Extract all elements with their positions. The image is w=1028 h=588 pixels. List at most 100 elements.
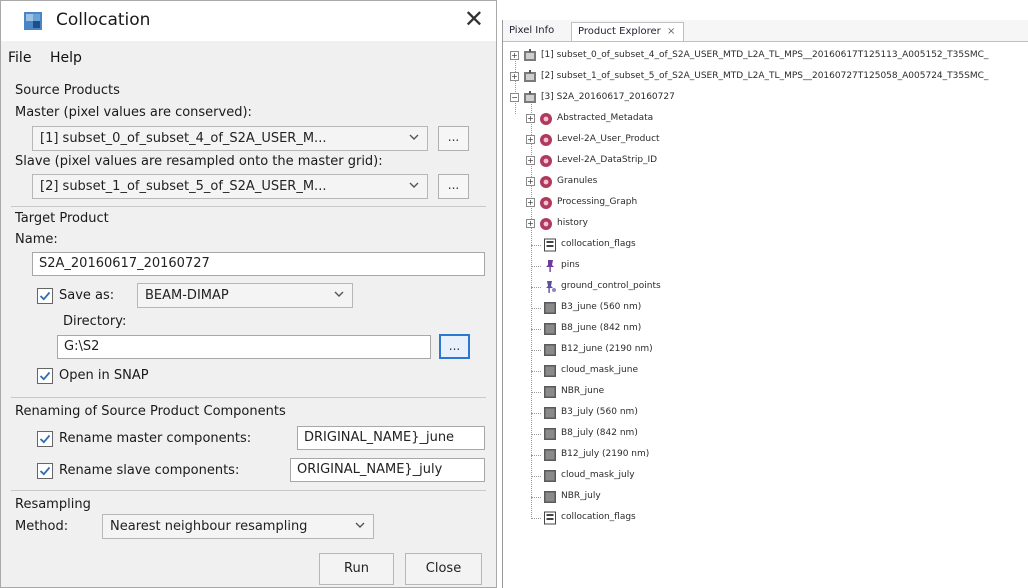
slave-product-select[interactable]: [2] subset_1_of_subset_5_of_S2A_USER_M..… [32,174,428,199]
product-icon [523,91,537,105]
collocation-dialog: Collocation ✕ File Help Source Products … [0,0,497,588]
menu-bar: File Help [1,41,496,73]
tree-connector [531,308,541,309]
rename-slave-checkbox[interactable] [37,463,53,479]
tree-node-band[interactable]: B12_july (2190 nm) [503,446,1028,464]
tree-node-band[interactable]: pins [503,257,1028,275]
tree-node-band[interactable]: collocation_flags [503,236,1028,254]
tree-connector [531,287,541,288]
tree-node-label: B3_july (560 nm) [561,407,638,417]
tree-connector [531,434,541,435]
metadata-group-icon [539,217,553,231]
tree-node-label: NBR_june [561,386,605,396]
tree-node-label: B8_july (842 nm) [561,428,638,438]
rename-master-checkbox[interactable] [37,431,53,447]
slave-browse-button[interactable]: ... [438,174,469,199]
rename-slave-input[interactable]: ORIGINAL_NAME}_july [290,458,485,482]
save-format-select[interactable]: BEAM-DIMAP [137,283,353,308]
resampling-method-select[interactable]: Nearest neighbour resampling [102,514,374,539]
collapse-toggle-icon[interactable]: − [510,93,519,102]
save-format-value: BEAM-DIMAP [145,288,229,303]
tree-node-group[interactable]: + Level-2A_User_Product [503,131,1028,149]
slave-label: Slave (pixel values are resampled onto t… [15,154,383,169]
master-product-select[interactable]: [1] subset_0_of_subset_4_of_S2A_USER_M..… [32,126,428,151]
tree-node-group[interactable]: + Processing_Graph [503,194,1028,212]
tree-node-band[interactable]: NBR_june [503,383,1028,401]
menu-help[interactable]: Help [50,50,82,66]
tree-node-group[interactable]: + Granules [503,173,1028,191]
tree-connector [531,245,541,246]
menu-file[interactable]: File [8,50,31,66]
tree-node-band[interactable]: cloud_mask_july [503,467,1028,485]
tree-node-band[interactable]: cloud_mask_june [503,362,1028,380]
band-icon [543,469,557,483]
expand-toggle-icon[interactable]: + [526,198,535,207]
tab-pixel-info[interactable]: Pixel Info [503,22,562,41]
expand-toggle-icon[interactable]: + [526,114,535,123]
tree-node-label: B3_june (560 nm) [561,302,642,312]
tree-node-band[interactable]: B8_july (842 nm) [503,425,1028,443]
tree-node-band[interactable]: B8_june (842 nm) [503,320,1028,338]
metadata-group-icon [539,154,553,168]
tree-node-band[interactable]: B3_june (560 nm) [503,299,1028,317]
target-name-input[interactable]: S2A_20160617_20160727 [32,252,485,276]
expand-toggle-icon[interactable]: + [510,72,519,81]
chevron-down-icon [355,522,365,528]
tab-product-explorer[interactable]: Product Explorer × [571,22,685,41]
tree-node-band[interactable]: NBR_july [503,488,1028,506]
checkmark-icon [39,466,51,476]
rename-master-input[interactable]: DRIGINAL_NAME}_june [297,426,485,450]
band-icon [543,322,557,336]
master-browse-button[interactable]: ... [438,126,469,151]
directory-input[interactable]: G:\S2 [57,335,431,359]
tree-node-label: NBR_july [561,491,601,501]
open-in-snap-checkbox[interactable] [37,368,53,384]
flag-band-icon [543,511,557,525]
tree-node-group[interactable]: + Level-2A_DataStrip_ID [503,152,1028,170]
tree-node-group[interactable]: + Abstracted_Metadata [503,110,1028,128]
tree-node-band[interactable]: ground_control_points [503,278,1028,296]
resampling-heading: Resampling [15,497,91,512]
band-icon [543,364,557,378]
tab-close-icon[interactable]: × [667,26,675,37]
title-bar: Collocation ✕ [1,1,496,41]
separator [11,490,486,491]
collocation-app-icon [24,12,42,30]
tree-node-band[interactable]: B3_july (560 nm) [503,404,1028,422]
expand-toggle-icon[interactable]: + [526,177,535,186]
save-as-checkbox[interactable] [37,288,53,304]
tree-node-label: [3] S2A_20160617_20160727 [541,92,675,102]
tree-node-band[interactable]: B12_june (2190 nm) [503,341,1028,359]
name-label: Name: [15,232,58,247]
tree-node-group[interactable]: + history [503,215,1028,233]
expand-toggle-icon[interactable]: + [510,51,519,60]
close-icon[interactable]: ✕ [464,5,484,33]
tree-connector [531,350,541,351]
tree-node-label: B12_july (2190 nm) [561,449,650,459]
tree-node-label: [2] subset_1_of_subset_5_of_S2A_USER_MTD… [541,71,989,81]
band-icon [543,427,557,441]
master-label: Master (pixel values are conserved): [15,105,252,120]
metadata-group-icon [539,196,553,210]
tree-node-band[interactable]: collocation_flags [503,509,1028,527]
tree-node-label: collocation_flags [561,512,636,522]
resampling-method-value: Nearest neighbour resampling [110,519,308,534]
tree-node-product[interactable]: + [2] subset_1_of_subset_5_of_S2A_USER_MT… [503,68,1028,86]
directory-browse-button[interactable]: ... [439,334,470,359]
tree-node-product[interactable]: − [3] S2A_20160617_20160727 [503,89,1028,107]
band-icon [543,448,557,462]
expand-toggle-icon[interactable]: + [526,135,535,144]
tree-node-product[interactable]: + [1] subset_0_of_subset_4_of_S2A_USER_MT… [503,47,1028,65]
tree-node-label: collocation_flags [561,239,636,249]
gcp-icon [543,280,557,294]
tree-node-label: cloud_mask_june [561,365,639,375]
chevron-down-icon [334,291,344,297]
expand-toggle-icon[interactable]: + [526,219,535,228]
run-button[interactable]: Run [319,553,394,585]
close-button[interactable]: Close [405,553,482,585]
tree-connector [531,518,541,519]
expand-toggle-icon[interactable]: + [526,156,535,165]
checkmark-icon [39,371,51,381]
directory-label: Directory: [63,314,127,329]
tree-connector [531,392,541,393]
